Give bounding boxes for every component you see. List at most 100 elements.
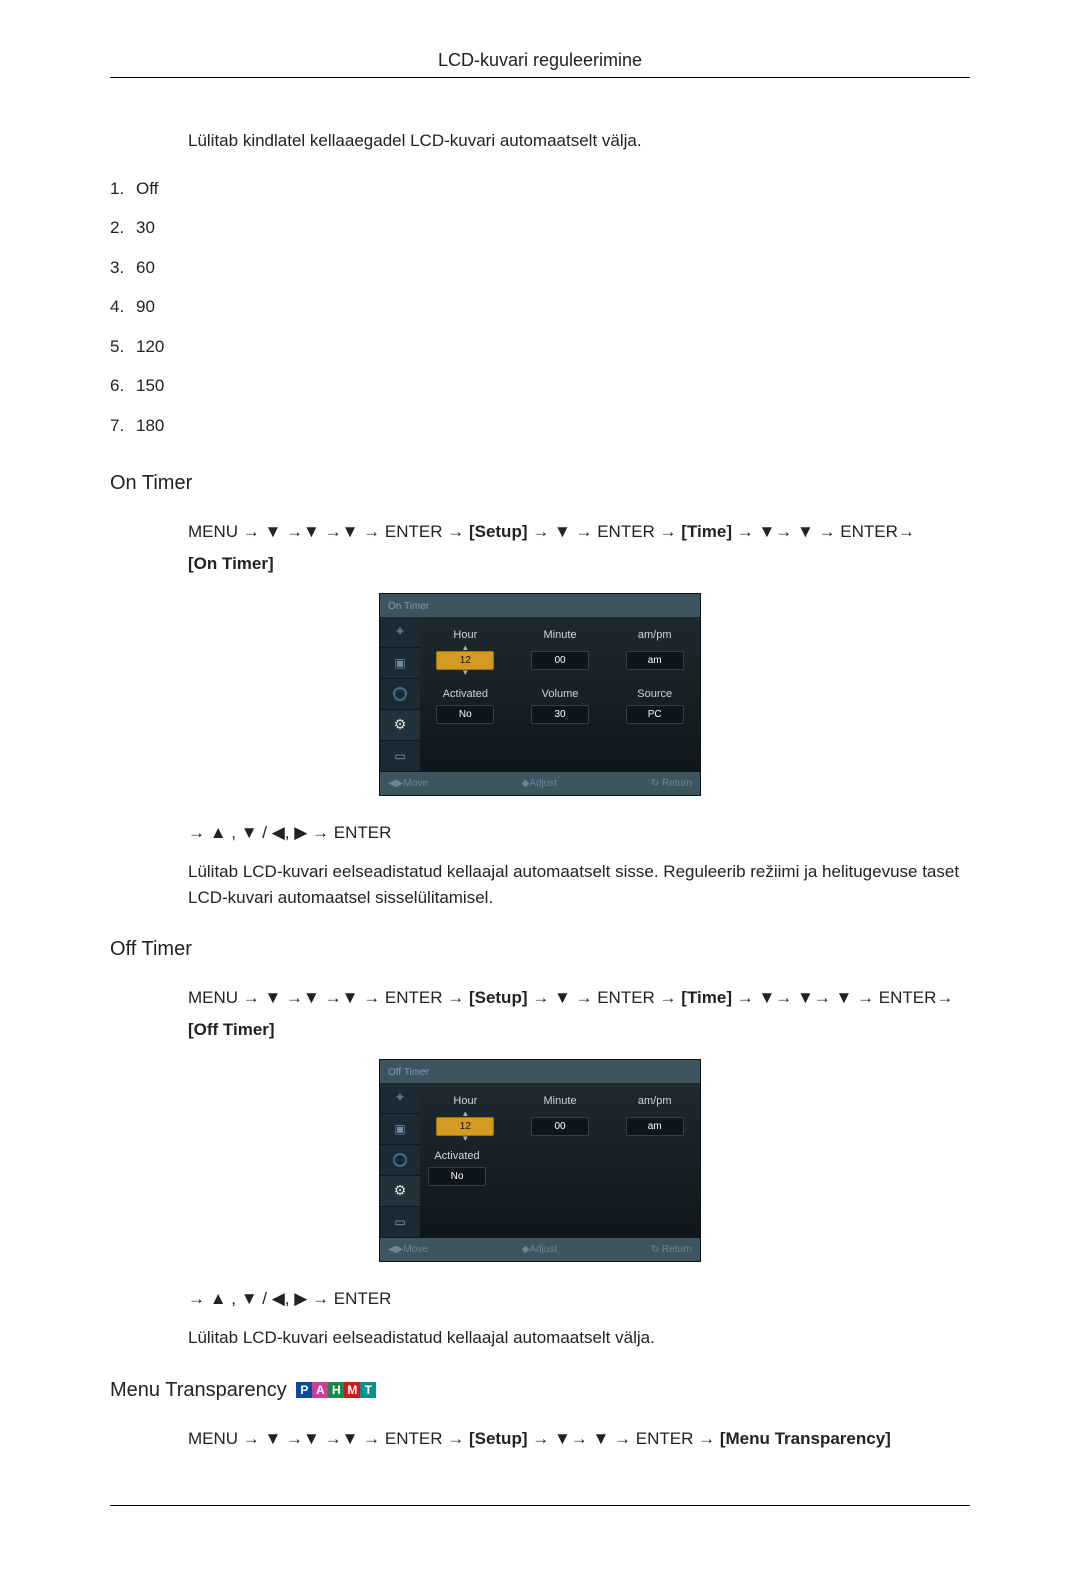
body: Lülitab kindlatel kellaaegadel LCD-kuvar… [110,128,970,1455]
value-minute: 00 [531,651,589,670]
badge-p-icon: P [296,1382,312,1398]
list-item: 1.Off [110,176,970,202]
sound-icon [380,679,420,710]
option-number: 7. [110,413,136,439]
footer-move: ◀▶Move [388,1242,428,1257]
label-hour: Hour [428,627,503,644]
section-heading-offtimer: Off Timer [110,934,970,964]
nav-hint-offtimer: → ▲ , ▼ / ◀, ▶ → ENTER [188,1286,970,1312]
list-item: 3.60 [110,255,970,281]
badge-h-icon: H [328,1382,344,1398]
label-source: Source [617,686,692,703]
footer-return: ↻ Return [651,1242,692,1257]
path-last: [Menu Transparency] [720,1429,891,1448]
section-heading-menutrans: Menu Transparency P A H M T [110,1375,970,1405]
option-number: 3. [110,255,136,281]
option-value: 60 [136,258,155,277]
osd-footer: ◀▶Move ◆Adjust ↻ Return [380,772,700,795]
path-time: [Time] [681,988,732,1007]
heading-text: Menu Transparency [110,1379,287,1401]
footer-adjust: ◆Adjust [522,776,557,791]
osd-title: On Timer [380,594,700,617]
multi-icon: ▭ [380,741,420,772]
list-item: 7.180 [110,413,970,439]
label-minute: Minute [523,1093,598,1110]
menu-path-menutrans: MENU → ▼ →▼ →▼ → ENTER → [Setup] → ▼→ ▼ … [188,1423,970,1455]
path-segment: → ▼ → ENTER → [532,522,681,541]
badge-a-icon: A [312,1382,328,1398]
description-ontimer: Lülitab LCD-kuvari eelseadistatud kellaa… [188,859,970,910]
value-activated: No [428,1167,486,1186]
option-number: 4. [110,294,136,320]
footer-rule [110,1505,970,1506]
value-activated: No [436,705,494,724]
sound-icon [380,1145,420,1176]
path-setup: [Setup] [469,988,528,1007]
footer-return: ↻ Return [651,776,692,791]
multi-icon: ▭ [380,1207,420,1238]
value-minute: 00 [531,1117,589,1136]
path-segment: → ▼ → ENTER → [532,988,681,1007]
arrow-down-icon: ▼ [428,1136,503,1142]
osd-sidebar: ✦ ▣ ⚙ ▭ [380,1083,420,1238]
osd-content: Hour ▲ 12 ▼ Minute 00 am/pm [420,1083,700,1238]
option-value: Off [136,179,158,198]
list-item: 2.30 [110,215,970,241]
picture-icon: ✦ [380,1083,420,1114]
value-volume: 30 [531,705,589,724]
path-last: [On Timer] [188,554,274,573]
input-icon: ▣ [380,648,420,679]
osd-screenshot-ontimer: On Timer ✦ ▣ ⚙ ▭ Hour ▲ [110,593,970,796]
path-setup: [Setup] [469,1429,528,1448]
section-heading-ontimer: On Timer [110,468,970,498]
description-offtimer: Lülitab LCD-kuvari eelseadistatud kellaa… [188,1325,970,1351]
path-setup: [Setup] [469,522,528,541]
path-segment: MENU → ▼ →▼ →▼ → ENTER → [188,522,469,541]
badge-row: P A H M T [296,1382,376,1398]
path-time: [Time] [681,522,732,541]
badge-m-icon: M [344,1382,360,1398]
osd-screenshot-offtimer: Off Timer ✦ ▣ ⚙ ▭ Hour ▲ [110,1059,970,1262]
page: LCD-kuvari reguleerimine Lülitab kindlat… [0,0,1080,1574]
option-value: 150 [136,376,164,395]
osd-footer: ◀▶Move ◆Adjust ↻ Return [380,1238,700,1261]
osd-title: Off Timer [380,1060,700,1083]
label-ampm: am/pm [617,627,692,644]
options-list: 1.Off 2.30 3.60 4.90 5.120 6.150 7.180 [110,176,970,439]
option-value: 180 [136,416,164,435]
list-item: 4.90 [110,294,970,320]
option-number: 6. [110,373,136,399]
page-header: LCD-kuvari reguleerimine [110,50,970,78]
option-value: 30 [136,218,155,237]
arrow-down-icon: ▼ [428,670,503,676]
label-activated: Activated [428,1148,486,1165]
picture-icon: ✦ [380,617,420,648]
nav-hint-ontimer: → ▲ , ▼ / ◀, ▶ → ENTER [188,820,970,846]
option-number: 2. [110,215,136,241]
badge-t-icon: T [360,1382,376,1398]
setup-icon: ⚙ [380,710,420,741]
path-segment: → ▼→ ▼ → ENTER→ [737,522,915,541]
footer-adjust: ◆Adjust [522,1242,557,1257]
path-segment: → ▼→ ▼ → ENTER → [532,1429,720,1448]
label-ampm: am/pm [617,1093,692,1110]
path-segment: MENU → ▼ →▼ →▼ → ENTER → [188,1429,469,1448]
osd-window: On Timer ✦ ▣ ⚙ ▭ Hour ▲ [379,593,701,796]
list-item: 6.150 [110,373,970,399]
list-item: 5.120 [110,334,970,360]
label-minute: Minute [523,627,598,644]
menu-path-offtimer: MENU → ▼ →▼ →▼ → ENTER → [Setup] → ▼ → E… [188,982,970,1047]
input-icon: ▣ [380,1114,420,1145]
label-volume: Volume [523,686,598,703]
menu-path-ontimer: MENU → ▼ →▼ →▼ → ENTER → [Setup] → ▼ → E… [188,516,970,581]
label-activated: Activated [428,686,503,703]
option-value: 120 [136,337,164,356]
label-hour: Hour [428,1093,503,1110]
path-last: [Off Timer] [188,1020,275,1039]
path-segment: MENU → ▼ →▼ →▼ → ENTER → [188,988,469,1007]
footer-move: ◀▶Move [388,776,428,791]
osd-content: Hour ▲ 12 ▼ Minute 00 am/pm [420,617,700,772]
intro-text: Lülitab kindlatel kellaaegadel LCD-kuvar… [188,128,970,154]
option-number: 1. [110,176,136,202]
osd-window: Off Timer ✦ ▣ ⚙ ▭ Hour ▲ [379,1059,701,1262]
